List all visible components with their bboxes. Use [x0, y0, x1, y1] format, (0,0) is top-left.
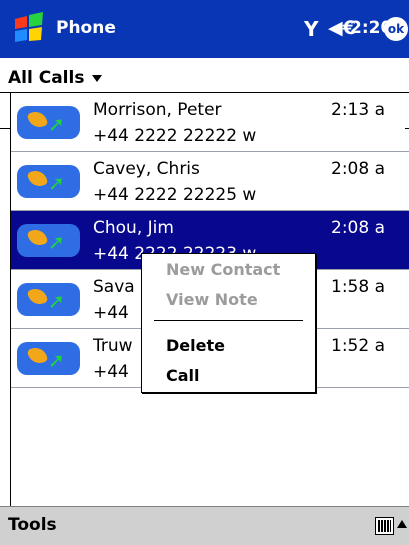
menu-item-delete[interactable]: Delete [166, 336, 225, 355]
call-row[interactable]: ➚ Cavey, Chris +44 2222 22225 w 2:08 a [11, 152, 409, 211]
call-time: 1:58 a [331, 277, 385, 297]
call-time: 1:52 a [331, 336, 385, 356]
menu-item-view-note: View Note [166, 290, 258, 309]
call-log-icon: ➚ [17, 342, 80, 375]
menu-item-new-contact: New Contact [166, 260, 281, 279]
keyboard-icon[interactable] [375, 517, 394, 535]
app-title: Phone [56, 18, 116, 38]
scroll-up-icon[interactable] [397, 520, 407, 528]
call-log-icon: ➚ [17, 283, 80, 316]
caller-name: Cavey, Chris [93, 159, 200, 179]
call-row[interactable]: ➚ Morrison, Peter +44 2222 22222 w 2:13 … [11, 93, 409, 152]
bottom-toolbar: Tools [0, 506, 409, 545]
caller-number: +44 2222 22222 w [93, 126, 257, 146]
menu-separator [154, 320, 303, 321]
caller-name: Chou, Jim [93, 218, 174, 238]
caller-number: +44 2222 22225 w [93, 185, 257, 205]
call-log-icon: ➚ [17, 106, 80, 139]
caller-number: +44 [93, 362, 129, 382]
caller-name: Truw [93, 336, 133, 356]
call-log-icon: ➚ [17, 165, 80, 198]
tools-menu-button[interactable]: Tools [8, 515, 57, 535]
call-time: 2:13 a [331, 100, 385, 120]
context-menu: New Contact View Note Delete Call [141, 253, 316, 393]
menu-item-call[interactable]: Call [166, 366, 200, 385]
call-time: 2:08 a [331, 159, 385, 179]
signal-icon[interactable]: Y [304, 17, 318, 41]
windows-start-icon[interactable] [8, 10, 50, 48]
ok-button[interactable]: ok [384, 17, 408, 41]
call-time: 2:08 a [331, 218, 385, 238]
divider-line [0, 128, 10, 129]
filter-label: All Calls [8, 68, 85, 88]
divider-line [0, 92, 10, 93]
call-filter-dropdown[interactable]: All Calls [8, 68, 103, 88]
caller-number: +44 [93, 303, 129, 323]
title-bar: Phone Y ◀€ 2:20 ok [0, 0, 409, 58]
caller-name: Morrison, Peter [93, 100, 222, 120]
chevron-down-icon [92, 74, 103, 82]
caller-name: Sava [93, 277, 135, 297]
call-log-icon: ➚ [17, 224, 80, 257]
